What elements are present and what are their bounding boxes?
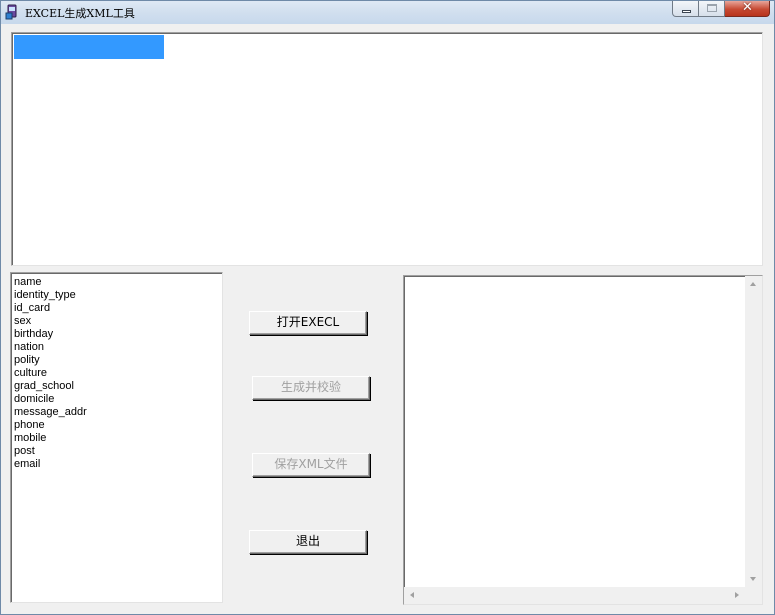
- exit-button[interactable]: 退出: [249, 530, 367, 554]
- selected-sheet-item[interactable]: [14, 35, 164, 59]
- list-item[interactable]: sex: [14, 315, 222, 328]
- list-item[interactable]: polity: [14, 354, 222, 367]
- generate-validate-button[interactable]: 生成并校验: [252, 376, 370, 400]
- list-item[interactable]: name: [14, 276, 222, 289]
- sheet-list-panel[interactable]: [11, 32, 763, 266]
- window-title: EXCEL生成XML工具: [25, 7, 135, 20]
- output-textarea[interactable]: [403, 275, 763, 605]
- maximize-button[interactable]: [699, 1, 725, 17]
- list-item[interactable]: email: [14, 458, 222, 471]
- save-xml-button[interactable]: 保存XML文件: [252, 453, 370, 477]
- list-item[interactable]: nation: [14, 341, 222, 354]
- list-item[interactable]: phone: [14, 419, 222, 432]
- app-icon: [5, 4, 17, 20]
- list-item[interactable]: post: [14, 445, 222, 458]
- scroll-right-icon[interactable]: [735, 592, 739, 598]
- minimize-icon: [682, 10, 691, 13]
- scroll-left-icon[interactable]: [410, 592, 414, 598]
- horizontal-scrollbar[interactable]: [404, 587, 745, 604]
- maximize-icon: [707, 4, 717, 12]
- open-excel-button[interactable]: 打开EXECL: [249, 311, 367, 335]
- list-item[interactable]: id_card: [14, 302, 222, 315]
- list-item[interactable]: domicile: [14, 393, 222, 406]
- minimize-button[interactable]: [672, 1, 699, 17]
- list-item[interactable]: message_addr: [14, 406, 222, 419]
- close-icon: ✕: [742, 0, 753, 15]
- list-item[interactable]: culture: [14, 367, 222, 380]
- vertical-scrollbar[interactable]: [745, 276, 762, 587]
- title-bar[interactable]: EXCEL生成XML工具 ✕: [1, 0, 774, 24]
- scroll-up-icon[interactable]: [750, 282, 756, 286]
- app-window: EXCEL生成XML工具 ✕ name identity_type id_car…: [0, 0, 775, 615]
- field-list[interactable]: name identity_type id_card sex birthday …: [10, 272, 223, 603]
- close-button[interactable]: ✕: [725, 0, 770, 17]
- list-item[interactable]: mobile: [14, 432, 222, 445]
- list-item[interactable]: birthday: [14, 328, 222, 341]
- scrollbar-corner: [745, 587, 762, 604]
- scroll-down-icon[interactable]: [750, 577, 756, 581]
- list-item[interactable]: identity_type: [14, 289, 222, 302]
- list-item[interactable]: grad_school: [14, 380, 222, 393]
